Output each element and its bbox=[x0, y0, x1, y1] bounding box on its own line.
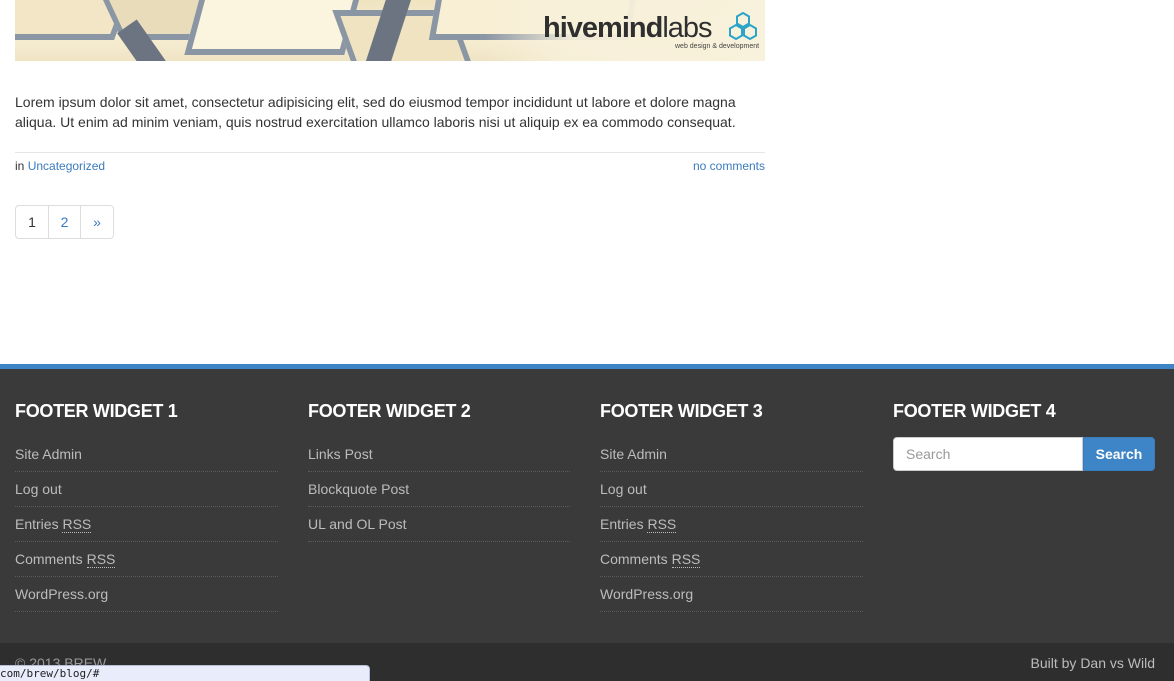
widget-title: FOOTER WIDGET 4 bbox=[893, 401, 1056, 421]
widget-title: FOOTER WIDGET 2 bbox=[308, 401, 471, 421]
hexagon-logo-icon bbox=[729, 12, 757, 40]
footer-link-log-out[interactable]: Log out bbox=[600, 472, 863, 507]
footer-link-log-out[interactable]: Log out bbox=[15, 472, 278, 507]
category-prefix: in bbox=[15, 159, 25, 173]
footer-widget-4: FOOTER WIDGET 4 Search bbox=[893, 401, 1155, 471]
footer-widget-1: FOOTER WIDGET 1 Site Admin Log out Entri… bbox=[15, 401, 278, 612]
rss-abbr: RSS bbox=[671, 551, 701, 568]
widget-title: FOOTER WIDGET 3 bbox=[600, 401, 763, 421]
page-1-current: 1 bbox=[16, 206, 49, 238]
comments-link[interactable]: no comments bbox=[693, 159, 765, 173]
footer-link-entries-rss[interactable]: Entries RSS bbox=[15, 507, 278, 542]
site-footer: FOOTER WIDGET 1 Site Admin Log out Entri… bbox=[0, 364, 1174, 643]
footer-link-site-admin[interactable]: Site Admin bbox=[15, 437, 278, 472]
search-form: Search bbox=[893, 437, 1155, 471]
footer-link-wordpress[interactable]: WordPress.org bbox=[600, 577, 863, 612]
page-2-link[interactable]: 2 bbox=[49, 206, 81, 238]
footer-widget-2: FOOTER WIDGET 2 Links Post Blockquote Po… bbox=[308, 401, 570, 542]
rss-abbr: RSS bbox=[86, 551, 116, 568]
post-category: in Uncategorized bbox=[15, 159, 105, 173]
link-label: Comments bbox=[600, 551, 668, 567]
pagination: 1 2 » bbox=[15, 205, 114, 239]
next-page-link[interactable]: » bbox=[81, 206, 113, 238]
link-label: Comments bbox=[15, 551, 83, 567]
link-label: Entries bbox=[600, 516, 644, 532]
credit-text[interactable]: Built by Dan vs Wild bbox=[1031, 655, 1155, 671]
footer-link-wordpress[interactable]: WordPress.org bbox=[15, 577, 278, 612]
footer-link-blockquote-post[interactable]: Blockquote Post bbox=[308, 472, 570, 507]
footer-link-comments-rss[interactable]: Comments RSS bbox=[15, 542, 278, 577]
footer-widget-3: FOOTER WIDGET 3 Site Admin Log out Entri… bbox=[600, 401, 863, 612]
category-link[interactable]: Uncategorized bbox=[28, 159, 105, 173]
post-meta: in Uncategorized no comments bbox=[15, 152, 765, 173]
browser-status-url: com/brew/blog/# bbox=[0, 665, 370, 681]
link-label: Entries bbox=[15, 516, 59, 532]
footer-link-ul-ol-post[interactable]: UL and OL Post bbox=[308, 507, 570, 542]
widget-title: FOOTER WIDGET 1 bbox=[15, 401, 178, 421]
brand-tagline: web design & development bbox=[675, 43, 760, 50]
widget-link-list: Links Post Blockquote Post UL and OL Pos… bbox=[308, 437, 570, 542]
footer-link-links-post[interactable]: Links Post bbox=[308, 437, 570, 472]
footer-link-comments-rss[interactable]: Comments RSS bbox=[600, 542, 863, 577]
widget-link-list: Site Admin Log out Entries RSS Comments … bbox=[600, 437, 863, 612]
brand-logo-text: hivemindlabs bbox=[543, 12, 713, 44]
footer-link-entries-rss[interactable]: Entries RSS bbox=[600, 507, 863, 542]
rss-abbr: RSS bbox=[62, 516, 92, 533]
search-button[interactable]: Search bbox=[1083, 437, 1155, 471]
widget-link-list: Site Admin Log out Entries RSS Comments … bbox=[15, 437, 278, 612]
post-featured-image[interactable]: hivemindlabs web design & development bbox=[15, 0, 765, 61]
rss-abbr: RSS bbox=[647, 516, 677, 533]
post-excerpt: Lorem ipsum dolor sit amet, consectetur … bbox=[15, 94, 736, 130]
footer-link-site-admin[interactable]: Site Admin bbox=[600, 437, 863, 472]
search-input[interactable] bbox=[893, 437, 1083, 471]
